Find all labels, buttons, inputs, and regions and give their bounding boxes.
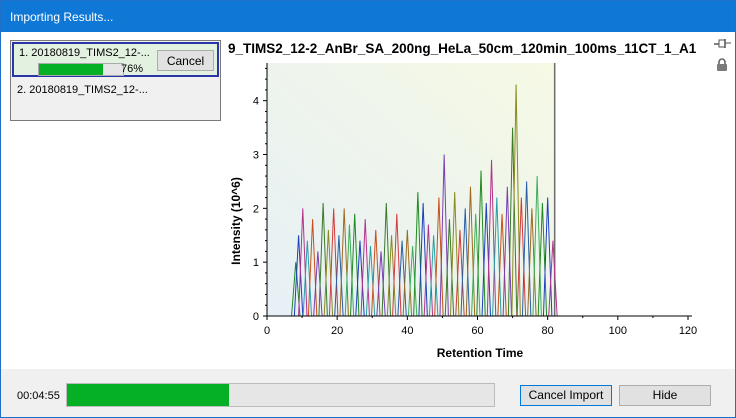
- queue-item-label: 1. 20180819_TIMS2_12-...: [19, 47, 150, 59]
- window-title: Importing Results...: [10, 10, 114, 24]
- x-tick-label: 60: [471, 325, 483, 337]
- x-tick-label: 80: [542, 325, 554, 337]
- x-tick-label: 120: [679, 325, 697, 337]
- queue-item-active[interactable]: 1. 20180819_TIMS2_12-... 76% Cancel: [12, 42, 219, 77]
- y-tick-label: 2: [253, 203, 259, 215]
- overall-progress-bar: [66, 383, 495, 407]
- x-tick-label: 20: [331, 325, 343, 337]
- y-axis-label: Intensity (10^6): [229, 177, 243, 265]
- item-progress-bar: [38, 63, 124, 76]
- x-tick-label: 0: [264, 325, 270, 337]
- chart-title: 9_TIMS2_12-2_AnBr_SA_200ng_HeLa_50cm_120…: [228, 41, 697, 56]
- queue-item-pending[interactable]: 2. 20180819_TIMS2_12-...: [17, 84, 148, 96]
- cancel-item-button[interactable]: Cancel: [157, 50, 214, 71]
- pin-icon[interactable]: [714, 38, 732, 50]
- y-tick-label: 3: [253, 150, 259, 162]
- y-tick-label: 0: [253, 311, 259, 323]
- hide-button[interactable]: Hide: [619, 385, 711, 406]
- x-tick-label: 40: [401, 325, 413, 337]
- item-progress-percent: 76%: [121, 63, 144, 75]
- x-axis-label: Retention Time: [437, 346, 524, 360]
- title-bar[interactable]: Importing Results...: [1, 1, 735, 32]
- import-queue-popup: 1. 20180819_TIMS2_12-... 76% Cancel 2. 2…: [10, 40, 221, 121]
- overall-progress-fill: [67, 384, 230, 406]
- x-tick-label: 100: [609, 325, 627, 337]
- elapsed-time: 00:04:55: [17, 390, 60, 402]
- cancel-import-button[interactable]: Cancel Import: [520, 385, 612, 406]
- item-progress-fill: [39, 64, 103, 75]
- y-tick-label: 4: [253, 96, 259, 108]
- y-tick-label: 1: [253, 257, 259, 269]
- lock-icon[interactable]: [716, 58, 728, 72]
